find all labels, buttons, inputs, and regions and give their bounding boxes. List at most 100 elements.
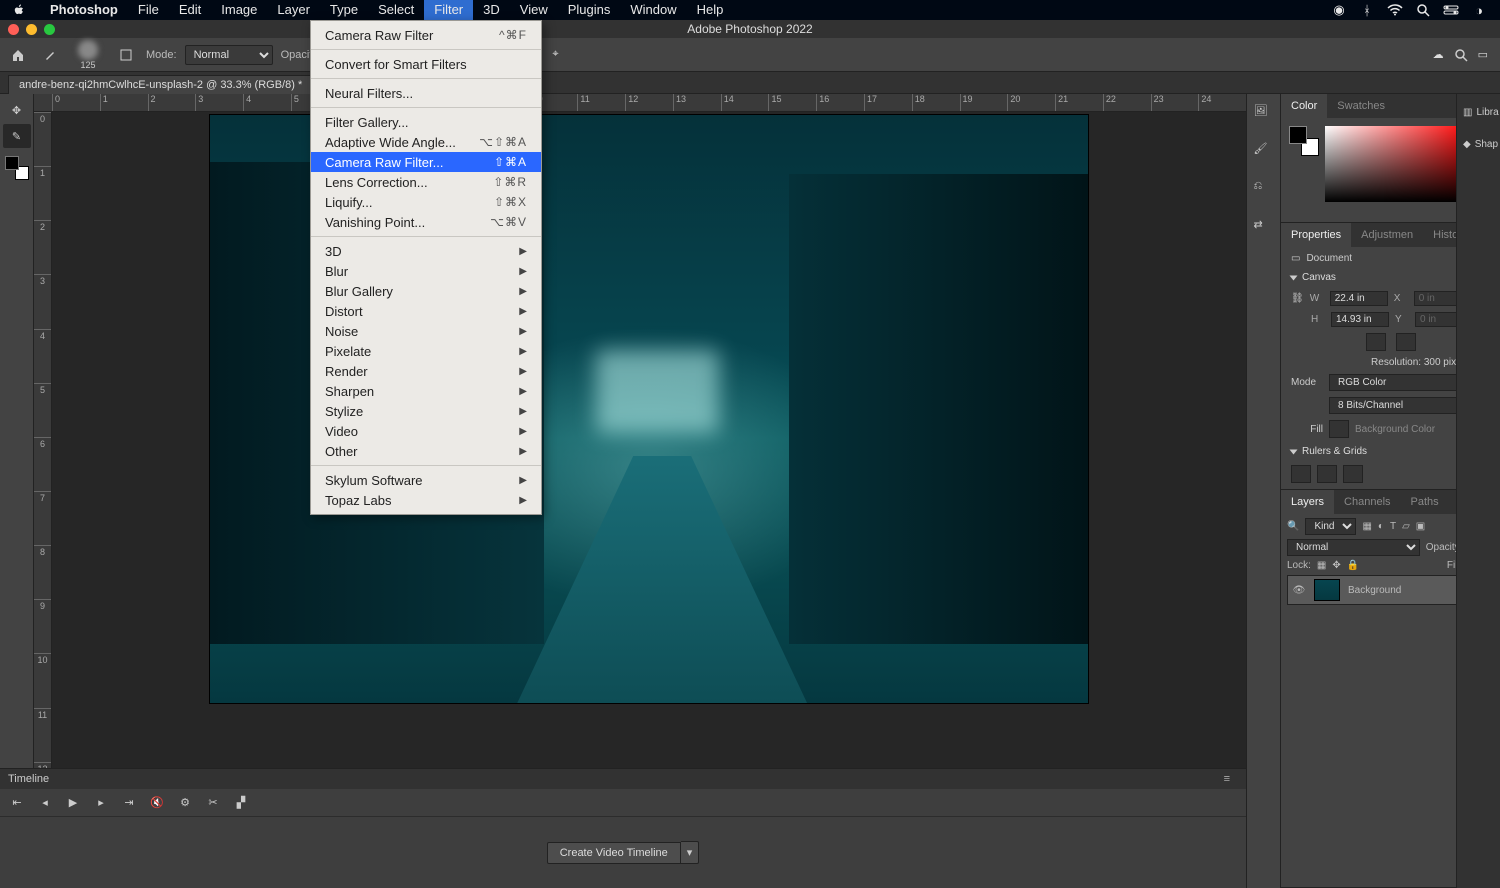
blend-mode-select[interactable]: Normal xyxy=(185,45,273,65)
clone-icon[interactable]: ⎌ xyxy=(1254,180,1274,200)
menu-file[interactable]: File xyxy=(128,0,169,20)
tab-color[interactable]: Color xyxy=(1281,94,1327,118)
tab-properties[interactable]: Properties xyxy=(1281,223,1351,247)
shapes-tab[interactable]: ◆ Shap xyxy=(1457,132,1500,156)
filter-menu-item[interactable]: Blur▶ xyxy=(311,261,541,281)
menu-layer[interactable]: Layer xyxy=(267,0,320,20)
history-icon[interactable]: 🖼 xyxy=(1254,104,1274,124)
height-field[interactable]: 14.93 in xyxy=(1331,312,1389,327)
transition-icon[interactable]: ▞ xyxy=(234,796,248,810)
menu-image[interactable]: Image xyxy=(211,0,267,20)
visibility-icon[interactable]: 👁 xyxy=(1292,585,1306,596)
filter-menu-item[interactable]: Pixelate▶ xyxy=(311,341,541,361)
foreground-background-swatch[interactable] xyxy=(3,154,31,182)
brush-preset-picker[interactable]: 125 xyxy=(70,37,106,73)
layer-name[interactable]: Background xyxy=(1348,585,1401,596)
tab-layers[interactable]: Layers xyxy=(1281,490,1334,514)
menu-select[interactable]: Select xyxy=(368,0,424,20)
workspace-icon[interactable]: ▭ xyxy=(1478,48,1488,61)
filter-menu-item[interactable]: Noise▶ xyxy=(311,321,541,341)
menu-type[interactable]: Type xyxy=(320,0,368,20)
menu-view[interactable]: View xyxy=(510,0,558,20)
filter-menu-item[interactable]: Blur Gallery▶ xyxy=(311,281,541,301)
menu-help[interactable]: Help xyxy=(687,0,734,20)
cloud-icon[interactable]: ◉ xyxy=(1330,2,1348,18)
filter-menu-item[interactable]: Neural Filters... xyxy=(311,83,541,103)
orient-portrait[interactable] xyxy=(1366,333,1386,351)
filter-type-icon[interactable]: T xyxy=(1390,521,1396,532)
settings-icon[interactable]: ⚙ xyxy=(178,796,192,810)
brush-tool[interactable]: ✎ xyxy=(3,124,31,148)
create-video-timeline-button[interactable]: Create Video Timeline▾ xyxy=(547,841,700,864)
width-field[interactable]: 22.4 in xyxy=(1330,291,1388,306)
apple-icon[interactable] xyxy=(12,3,26,17)
filter-menu-item[interactable]: Skylum Software▶ xyxy=(311,470,541,490)
menu-plugins[interactable]: Plugins xyxy=(558,0,621,20)
filter-menu-item[interactable]: Liquify...⇧⌘X xyxy=(311,192,541,212)
filter-menu-item[interactable]: Filter Gallery... xyxy=(311,112,541,132)
guides-icon[interactable] xyxy=(1343,465,1363,483)
lock-pixels-icon[interactable]: ▦ xyxy=(1317,560,1326,571)
search-cloud-icon[interactable]: ☁ xyxy=(1433,48,1444,61)
ruler-vertical[interactable]: 012345678910111213 xyxy=(34,112,52,870)
split-icon[interactable]: ✂ xyxy=(206,796,220,810)
filter-menu-item[interactable]: Sharpen▶ xyxy=(311,381,541,401)
filter-menu-item[interactable]: Stylize▶ xyxy=(311,401,541,421)
menu-3d[interactable]: 3D xyxy=(473,0,510,20)
filter-shape-icon[interactable]: ▱ xyxy=(1402,521,1410,532)
filter-menu-item[interactable]: Other▶ xyxy=(311,441,541,461)
home-icon[interactable] xyxy=(6,43,30,67)
tab-paths[interactable]: Paths xyxy=(1401,490,1449,514)
filter-pixel-icon[interactable]: ▦ xyxy=(1362,521,1371,532)
canvas-viewport[interactable] xyxy=(52,112,1246,870)
next-frame-icon[interactable]: ▸ xyxy=(94,796,108,810)
filter-menu-item[interactable]: Topaz Labs▶ xyxy=(311,490,541,510)
document-tab[interactable]: andre-benz-qi2hmCwlhcE-unsplash-2 @ 33.3… xyxy=(8,75,329,94)
ruler-horizontal[interactable]: 0123456789101112131415161718192021222324 xyxy=(34,94,1246,112)
filter-menu-item[interactable]: 3D▶ xyxy=(311,241,541,261)
spotlight-icon[interactable] xyxy=(1414,3,1432,17)
menu-window[interactable]: Window xyxy=(620,0,686,20)
mute-icon[interactable]: 🔇 xyxy=(150,796,164,810)
filter-menu-item[interactable]: Render▶ xyxy=(311,361,541,381)
color-fg-bg-swatch[interactable] xyxy=(1289,126,1319,156)
search-icon[interactable] xyxy=(1454,48,1468,62)
filter-menu-item[interactable]: Distort▶ xyxy=(311,301,541,321)
tab-adjustments[interactable]: Adjustmen xyxy=(1351,223,1423,247)
layer-filter-kind[interactable]: Kind xyxy=(1305,518,1356,535)
first-frame-icon[interactable]: ⇤ xyxy=(10,796,24,810)
filter-menu-item[interactable]: Camera Raw Filter^⌘F xyxy=(311,25,541,45)
control-center-icon[interactable] xyxy=(1442,5,1460,15)
orient-landscape[interactable] xyxy=(1396,333,1416,351)
filter-menu-item[interactable]: Adaptive Wide Angle...⌥⇧⌘A xyxy=(311,132,541,152)
layer-blend-select[interactable]: Normal xyxy=(1287,539,1420,556)
menu-edit[interactable]: Edit xyxy=(169,0,211,20)
panel-menu-icon[interactable]: ≡ xyxy=(1216,773,1238,785)
bluetooth-icon[interactable]: ᚼ xyxy=(1358,3,1376,18)
lock-all-icon[interactable]: 🔒 xyxy=(1347,560,1359,571)
filter-adjust-icon[interactable]: ◐ xyxy=(1378,521,1384,532)
prev-frame-icon[interactable]: ◂ xyxy=(38,796,52,810)
filter-menu-item[interactable]: Vanishing Point...⌥⌘V xyxy=(311,212,541,232)
play-icon[interactable]: ▶ xyxy=(66,796,80,810)
filter-smart-icon[interactable]: ▣ xyxy=(1416,521,1425,532)
filter-menu-item[interactable]: Camera Raw Filter...⇧⌘A xyxy=(311,152,541,172)
menu-app[interactable]: Photoshop xyxy=(40,0,128,20)
last-frame-icon[interactable]: ⇥ xyxy=(122,796,136,810)
grid-icon[interactable] xyxy=(1317,465,1337,483)
siri-icon[interactable]: ◑ xyxy=(1470,3,1488,18)
actions-icon[interactable]: ⇄ xyxy=(1254,218,1274,238)
brushes-icon[interactable]: 🖌 xyxy=(1254,142,1274,162)
fill-swatch[interactable] xyxy=(1329,420,1349,438)
filter-menu-item[interactable]: Convert for Smart Filters xyxy=(311,54,541,74)
brush-settings-icon[interactable] xyxy=(114,43,138,67)
filter-menu-item[interactable]: Lens Correction...⇧⌘R xyxy=(311,172,541,192)
tab-channels[interactable]: Channels xyxy=(1334,490,1400,514)
link-icon[interactable]: ⛓ xyxy=(1291,293,1304,304)
lock-position-icon[interactable]: ✥ xyxy=(1332,560,1340,571)
menu-filter[interactable]: Filter xyxy=(424,0,473,20)
libraries-tab[interactable]: ▥ Libra xyxy=(1457,100,1500,124)
symmetry-icon[interactable]: ⌖ xyxy=(543,43,567,67)
layer-thumbnail[interactable] xyxy=(1314,579,1340,601)
color-field[interactable] xyxy=(1325,126,1472,202)
